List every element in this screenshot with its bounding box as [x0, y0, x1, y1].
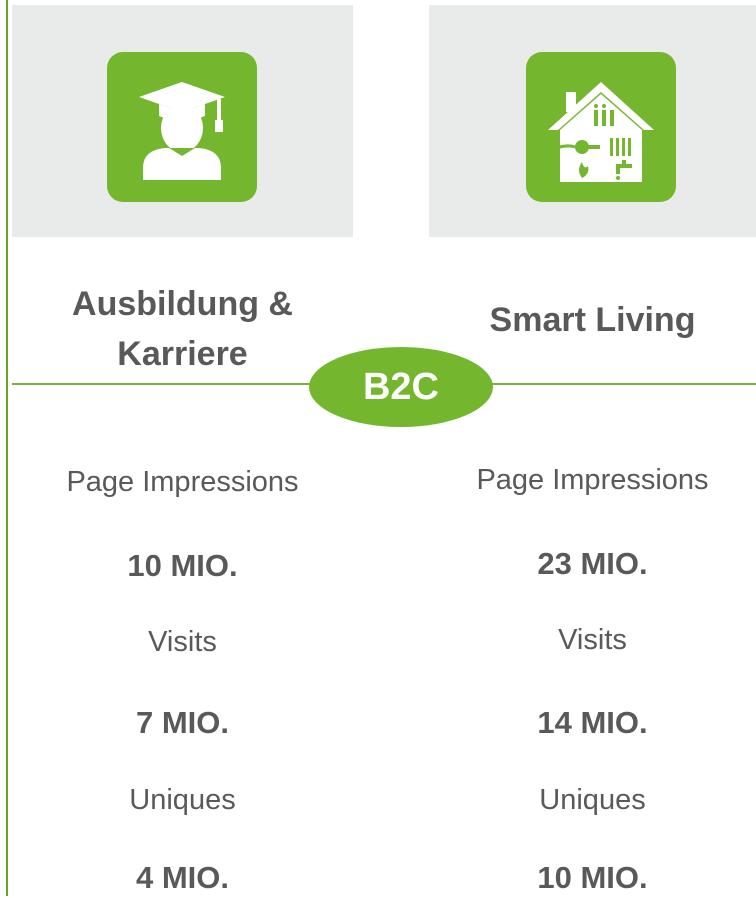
category-title-line: Karriere	[117, 335, 248, 373]
divider-line-left	[12, 383, 326, 385]
stat-label: Uniques	[129, 784, 236, 816]
stat-value: 7 MIO.	[135, 705, 229, 740]
left-border-line	[0, 0, 8, 896]
b2c-badge: B2C	[309, 347, 493, 427]
stat-label: Uniques	[539, 784, 646, 816]
stat-value: 10 MIO.	[537, 860, 648, 895]
category-title-line: Ausbildung &	[72, 285, 293, 323]
stat-label: Page Impressions	[476, 464, 709, 496]
category-title-smart-living: Smart Living	[429, 295, 756, 345]
divider-line-right	[488, 383, 756, 385]
stat-value: 10 MIO.	[127, 548, 238, 583]
category-title-line: Smart Living	[489, 301, 696, 339]
stat-value: 4 MIO.	[135, 860, 229, 895]
stat-label: Page Impressions	[66, 466, 299, 498]
stat-value: 14 MIO.	[537, 705, 648, 740]
stat-label: Visits	[148, 626, 217, 658]
stat-label: Visits	[558, 624, 627, 656]
smart-home-icon	[526, 52, 676, 202]
stat-value: 23 MIO.	[537, 546, 648, 581]
graduate-icon	[107, 52, 257, 202]
category-title-education: Ausbildung & Karriere	[12, 279, 353, 379]
